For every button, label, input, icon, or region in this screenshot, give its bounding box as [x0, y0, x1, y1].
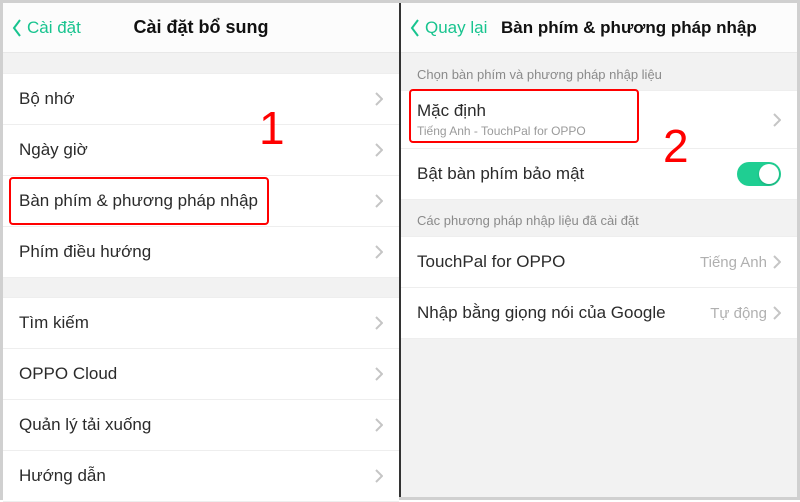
- row-ime-google-voice[interactable]: Nhập bằng giọng nói của Google Tự động: [401, 287, 797, 339]
- row-date-time[interactable]: Ngày giờ: [3, 124, 399, 176]
- row-oppo-cloud[interactable]: OPPO Cloud: [3, 348, 399, 400]
- back-label: Cài đặt: [27, 18, 81, 38]
- header: Quay lại Bàn phím & phương pháp nhập: [401, 3, 797, 53]
- chevron-right-icon: [375, 245, 383, 259]
- page-title: Cài đặt bổ sung: [134, 17, 269, 38]
- row-label: Quản lý tải xuống: [19, 415, 151, 435]
- row-label: TouchPal for OPPO: [417, 252, 565, 272]
- chevron-right-icon: [375, 418, 383, 432]
- row-label: Nhập bằng giọng nói của Google: [417, 303, 666, 323]
- chevron-right-icon: [773, 306, 781, 320]
- chevron-right-icon: [375, 143, 383, 157]
- back-button[interactable]: Cài đặt: [11, 18, 81, 38]
- row-label: Mặc định: [417, 101, 586, 121]
- back-label: Quay lại: [425, 18, 487, 38]
- screen-additional-settings: Cài đặt Cài đặt bổ sung Bộ nhớ Ngày giờ …: [3, 3, 401, 497]
- row-guide[interactable]: Hướng dẫn: [3, 450, 399, 502]
- row-memory[interactable]: Bộ nhớ: [3, 73, 399, 125]
- section-header: Chọn bàn phím và phương pháp nhập liệu: [401, 53, 797, 90]
- page-title: Bàn phím & phương pháp nhập: [501, 18, 757, 38]
- chevron-left-icon: [11, 18, 23, 38]
- row-label: Ngày giờ: [19, 140, 88, 160]
- chevron-right-icon: [773, 113, 781, 127]
- row-trail-value: Tiếng Anh: [700, 254, 767, 271]
- toggle-secure-keyboard[interactable]: [737, 162, 781, 186]
- row-label: Bộ nhớ: [19, 89, 75, 109]
- row-label: Hướng dẫn: [19, 466, 106, 486]
- chevron-right-icon: [375, 194, 383, 208]
- chevron-right-icon: [375, 469, 383, 483]
- row-secure-keyboard[interactable]: Bật bàn phím bảo mật: [401, 148, 797, 200]
- chevron-right-icon: [773, 255, 781, 269]
- row-keyboard-input[interactable]: Bàn phím & phương pháp nhập: [3, 175, 399, 227]
- section-header: Các phương pháp nhập liệu đã cài đặt: [401, 199, 797, 236]
- header: Cài đặt Cài đặt bổ sung: [3, 3, 399, 53]
- chevron-left-icon: [409, 18, 421, 38]
- back-button[interactable]: Quay lại: [409, 18, 487, 38]
- row-label: Phím điều hướng: [19, 242, 151, 262]
- row-label: Tìm kiếm: [19, 313, 89, 333]
- row-default-keyboard[interactable]: Mặc định Tiếng Anh - TouchPal for OPPO: [401, 90, 797, 149]
- chevron-right-icon: [375, 92, 383, 106]
- row-nav-keys[interactable]: Phím điều hướng: [3, 226, 399, 278]
- row-label: Bật bàn phím bảo mật: [417, 164, 584, 184]
- screen-keyboard-input: Quay lại Bàn phím & phương pháp nhập Chọ…: [401, 3, 797, 497]
- row-label: OPPO Cloud: [19, 364, 117, 384]
- chevron-right-icon: [375, 316, 383, 330]
- chevron-right-icon: [375, 367, 383, 381]
- row-search[interactable]: Tìm kiếm: [3, 297, 399, 349]
- row-label: Bàn phím & phương pháp nhập: [19, 191, 258, 211]
- row-trail-value: Tự động: [710, 305, 767, 322]
- row-downloads[interactable]: Quản lý tải xuống: [3, 399, 399, 451]
- row-ime-touchpal[interactable]: TouchPal for OPPO Tiếng Anh: [401, 236, 797, 288]
- row-sublabel: Tiếng Anh - TouchPal for OPPO: [417, 124, 586, 138]
